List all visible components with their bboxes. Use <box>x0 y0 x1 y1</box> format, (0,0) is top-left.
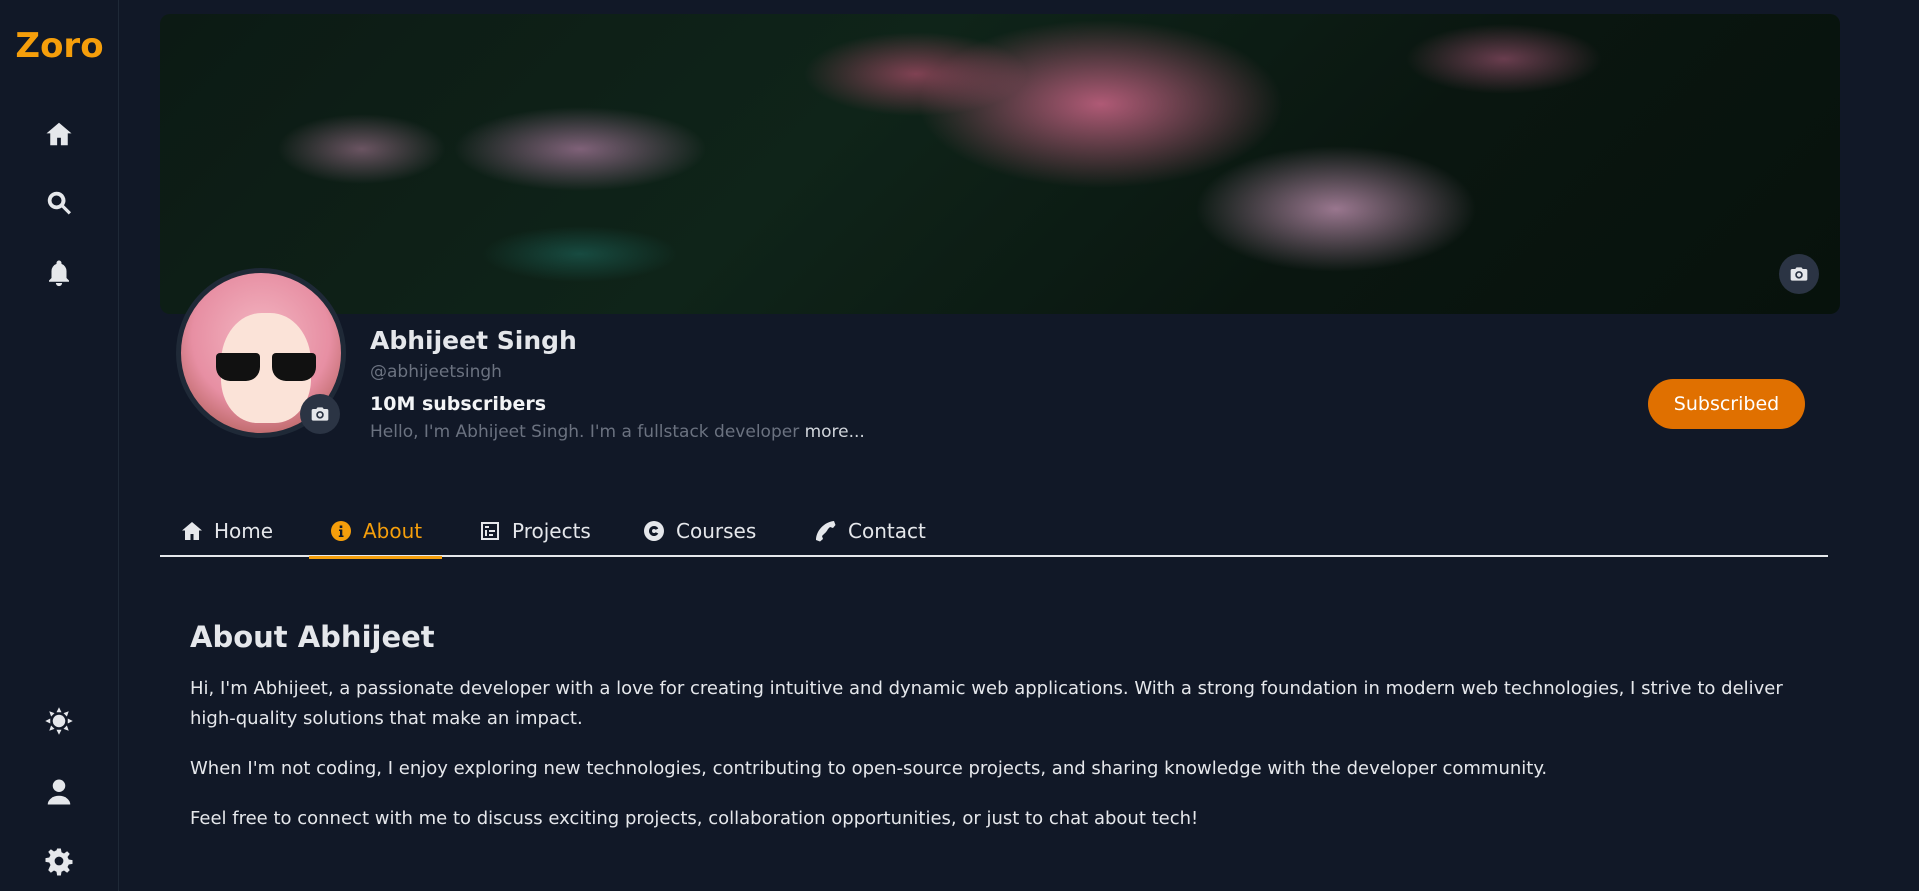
info-icon <box>331 521 351 541</box>
avatar-camera-icon[interactable] <box>300 394 340 434</box>
profile-bio: Hello, I'm Abhijeet Singh. I'm a fullsta… <box>370 422 865 442</box>
tab-label: About <box>363 519 423 543</box>
tab-projects[interactable]: Projects <box>458 505 611 557</box>
tab-label: Projects <box>512 519 591 543</box>
profile-name: Abhijeet Singh <box>370 326 577 355</box>
phone-icon <box>816 521 836 542</box>
app-logo[interactable]: Zoro <box>0 26 119 66</box>
user-icon[interactable] <box>42 775 76 809</box>
tab-label: Home <box>214 519 274 543</box>
bio-more-link[interactable]: more... <box>805 422 865 442</box>
about-paragraph: When I'm not coding, I enjoy exploring n… <box>190 758 1548 779</box>
tab-label: Contact <box>848 519 926 543</box>
about-section: About Abhijeet Hi, I'm Abhijeet, a passi… <box>190 620 1810 854</box>
cover-image <box>160 14 1840 314</box>
subscribe-button[interactable]: Subscribed <box>1648 379 1805 429</box>
tab-about[interactable]: About <box>309 505 443 559</box>
tab-home[interactable]: Home <box>160 505 293 557</box>
profile-tabs: Home About Projects Courses Contact <box>160 505 1828 559</box>
subscriber-count: 10M subscribers <box>370 393 547 415</box>
avatar-sunglasses <box>216 353 316 381</box>
tab-courses[interactable]: Courses <box>622 505 776 557</box>
cover-camera-icon[interactable] <box>1779 254 1819 294</box>
profile-handle: @abhijeetsingh <box>370 362 502 382</box>
home-icon[interactable] <box>42 117 76 151</box>
theme-sun-icon[interactable] <box>42 704 76 738</box>
bio-text: Hello, I'm Abhijeet Singh. I'm a fullsta… <box>370 422 800 442</box>
courses-icon <box>644 521 664 541</box>
about-title: About Abhijeet <box>190 620 435 654</box>
bell-icon[interactable] <box>42 256 76 290</box>
about-paragraph: Hi, I'm Abhijeet, a passionate developer… <box>190 678 1783 729</box>
search-icon[interactable] <box>42 186 76 220</box>
home-icon <box>182 522 202 540</box>
gear-icon[interactable] <box>42 844 76 878</box>
tab-label: Courses <box>676 519 757 543</box>
tab-contact[interactable]: Contact <box>794 505 946 557</box>
sidebar: Zoro <box>0 0 119 891</box>
projects-icon <box>481 522 499 540</box>
about-paragraph: Feel free to connect with me to discuss … <box>190 808 1199 829</box>
